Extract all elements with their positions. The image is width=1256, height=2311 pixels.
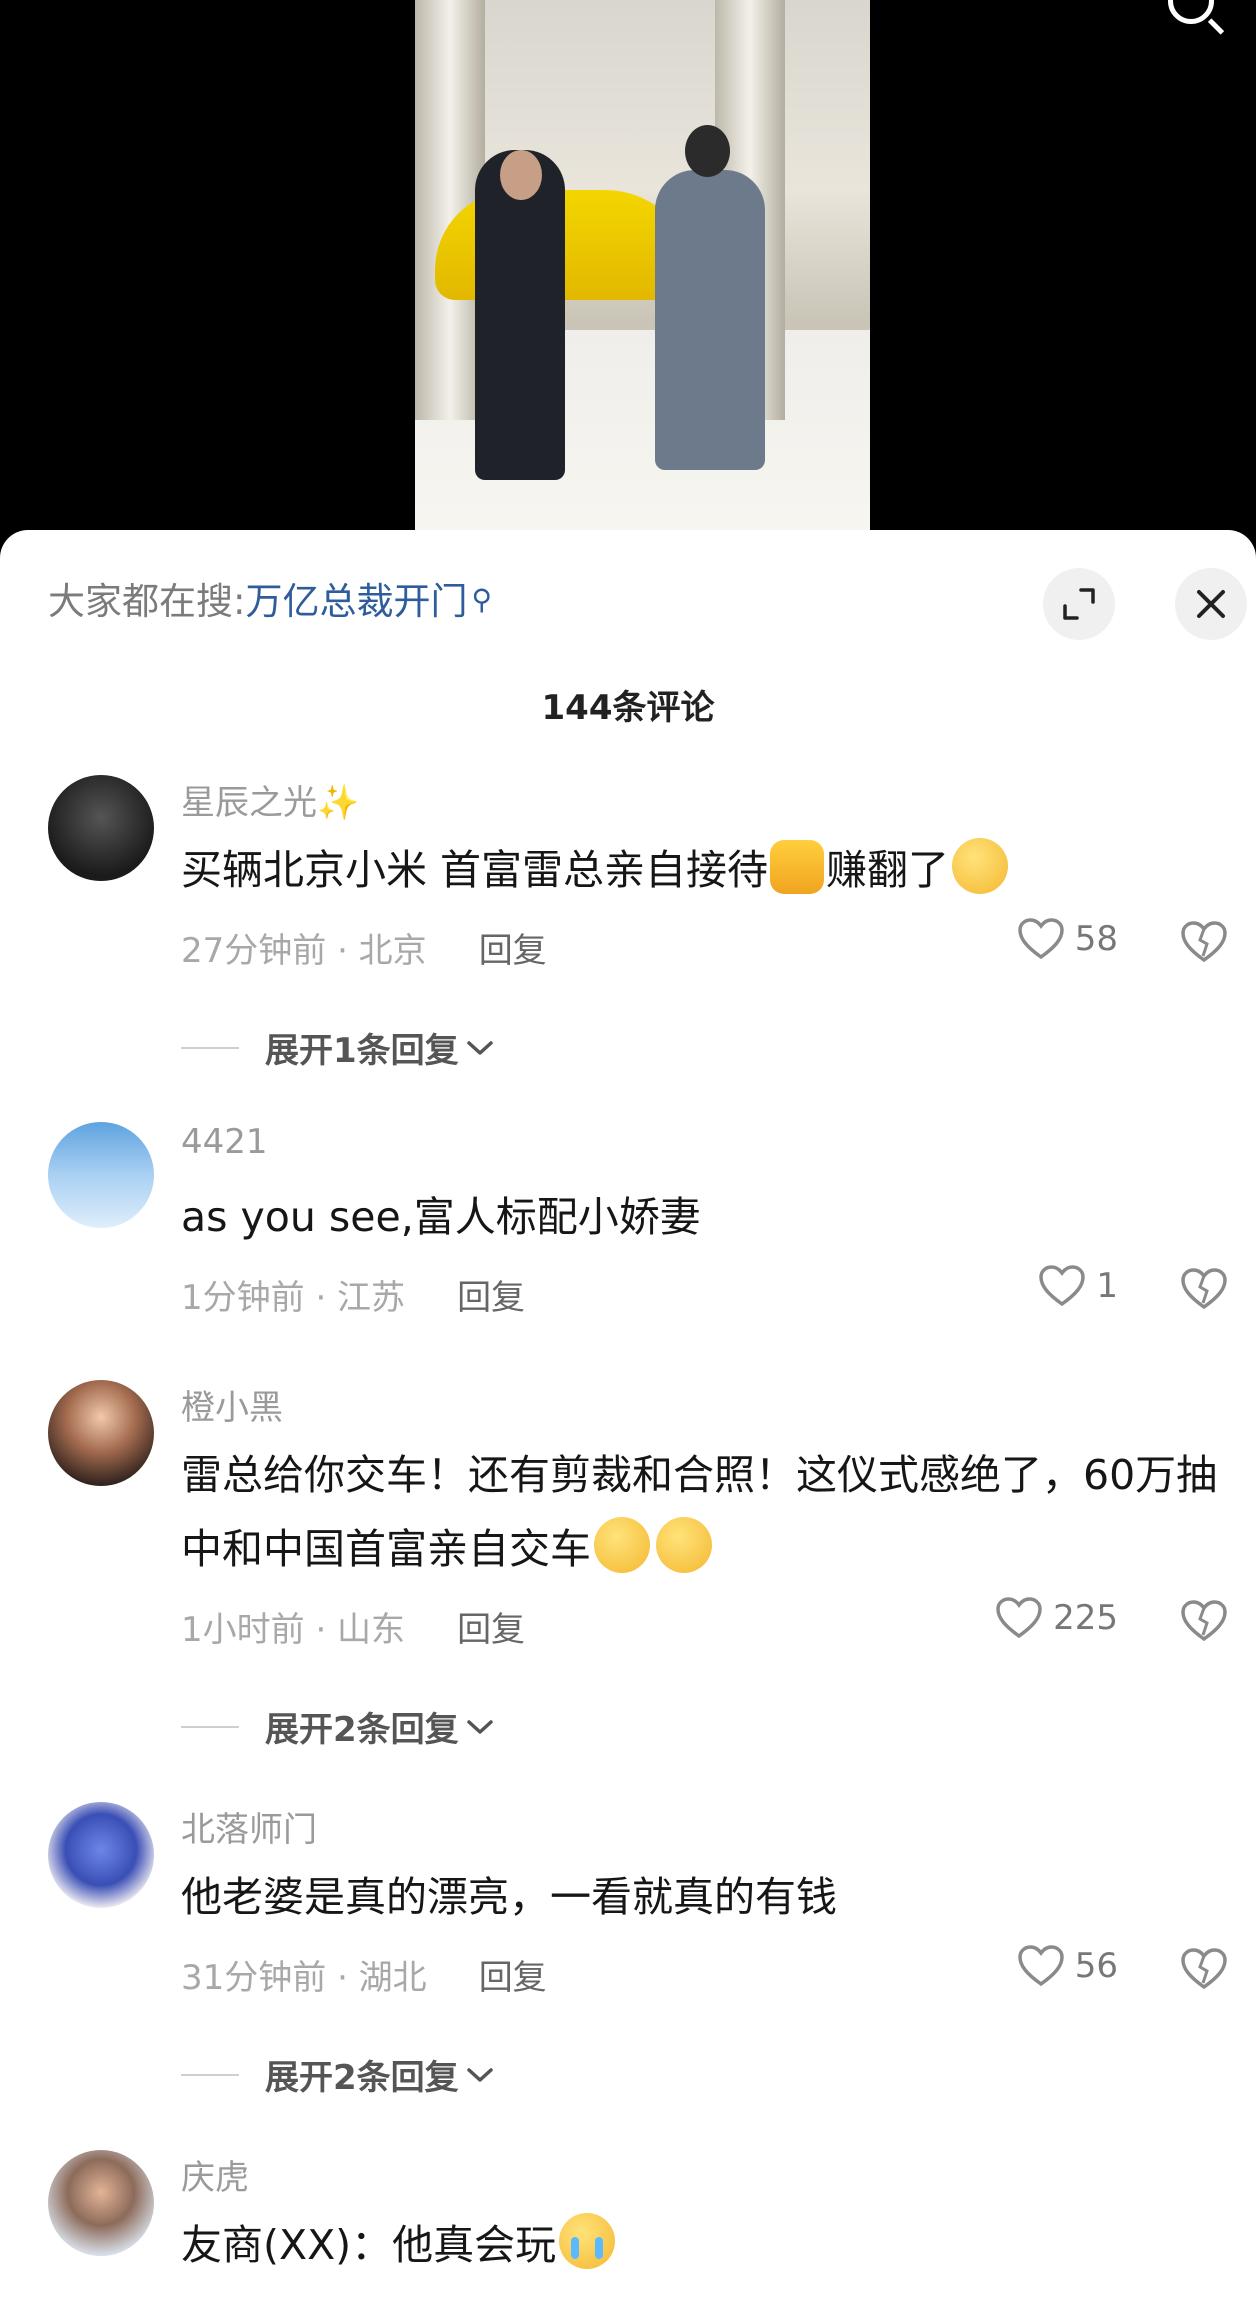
like-button[interactable]: 1 [1038, 1264, 1118, 1308]
video-person-head [500, 150, 542, 200]
comment-username[interactable]: 4421 [181, 1122, 268, 1162]
smirk-emoji [952, 838, 1009, 894]
suggested-search[interactable]: 大家都在搜:万亿总裁开门 ⚲ [48, 572, 492, 632]
expand-replies[interactable]: 展开1条回复 [181, 1023, 495, 1072]
like-count: 56 [1074, 1946, 1118, 1986]
like-button[interactable]: 58 [1017, 917, 1118, 961]
broken-heart-icon [1181, 1948, 1227, 1990]
comment-username[interactable]: 星辰之光✨ [181, 775, 359, 824]
time-location: 31分钟前 · 湖北 [181, 1958, 427, 1998]
crying-emoji [559, 2213, 616, 2269]
comment-username[interactable]: 庆虎 [181, 2150, 249, 2199]
fullscreen-button[interactable] [1043, 568, 1115, 640]
expand-label: 展开2条回复 [265, 2058, 459, 2098]
expand-divider [181, 1725, 239, 1728]
avatar[interactable] [48, 2150, 154, 2256]
avatar[interactable] [48, 1122, 154, 1228]
dislike-button[interactable] [1180, 920, 1228, 968]
comment-username[interactable]: 橙小黑 [181, 1380, 283, 1429]
comment-text-part: 赚翻了 [826, 846, 950, 894]
comment-text: as you see,富人标配小娇妻 [181, 1193, 701, 1241]
suggested-search-term[interactable]: 万亿总裁开门 [245, 580, 467, 623]
broken-heart-icon [1181, 1268, 1227, 1310]
reply-button[interactable]: 回复 [479, 931, 547, 971]
comment-count: 144条评论 [541, 688, 715, 728]
avatar[interactable] [48, 775, 154, 881]
shocked-emoji [656, 1517, 712, 1573]
like-count: 58 [1074, 919, 1118, 959]
comment-text: 雷总给你交车！还有剪裁和合照！这仪式感绝了，60万抽中和中国首富亲自交车 [181, 1438, 1221, 1586]
chevron-down-icon [466, 2067, 493, 2082]
like-count: 225 [1053, 1598, 1118, 1638]
comment-username[interactable]: 北落师门 [181, 1802, 317, 1851]
heart-icon [996, 1597, 1042, 1639]
avatar[interactable] [48, 1380, 154, 1486]
comment-text: 买辆北京小米 首富雷总亲自接待 赚翻了 [181, 833, 1221, 907]
suggested-search-prefix: 大家都在搜: [48, 580, 246, 623]
like-count: 1 [1096, 1266, 1118, 1306]
time-location: 1分钟前 · 江苏 [181, 1278, 406, 1318]
comment-meta: 1分钟前 · 江苏 回复 [181, 1270, 525, 1319]
search-icon: ⚲ [471, 583, 492, 616]
chevron-down-icon [466, 1040, 493, 1055]
reply-button[interactable]: 回复 [457, 1610, 525, 1650]
heart-icon [1039, 1265, 1086, 1307]
like-button[interactable]: 225 [995, 1596, 1118, 1640]
close-button[interactable] [1175, 568, 1247, 640]
comment-sheet: 大家都在搜:万亿总裁开门 ⚲ 144条评论 星辰之光✨ 买辆北京小米 首富雷总亲自… [0, 530, 1256, 2311]
broken-heart-icon [1181, 1600, 1227, 1642]
dislike-button[interactable] [1180, 1267, 1228, 1315]
comment-text: 友商(XX)：他真会玩 [181, 2208, 1221, 2282]
comment-meta: 31分钟前 · 湖北 回复 [181, 1950, 547, 1999]
heart-icon [1017, 1945, 1064, 1987]
video-frame[interactable] [415, 0, 870, 540]
time-location: 27分钟前 · 北京 [181, 931, 427, 971]
avatar[interactable] [48, 1802, 154, 1908]
dislike-button[interactable] [1180, 1947, 1228, 1995]
video-player[interactable] [0, 0, 1256, 560]
comment-text: 他老婆是真的漂亮，一看就真的有钱 [181, 1873, 837, 1921]
search-icon[interactable] [1168, 0, 1214, 24]
chevron-down-icon [466, 1719, 493, 1734]
thumbs-up-emoji [770, 840, 825, 894]
broken-heart-icon [1181, 921, 1227, 963]
shocked-emoji [594, 1517, 650, 1573]
heart-icon [1017, 918, 1064, 960]
username-text: 星辰之光 [181, 783, 317, 823]
time-location: 1小时前 · 山东 [181, 1610, 406, 1650]
dislike-button[interactable] [1180, 1599, 1228, 1647]
close-icon [1197, 590, 1225, 618]
expand-divider [181, 2073, 239, 2076]
expand-replies[interactable]: 展开2条回复 [181, 1702, 495, 1751]
expand-icon [1063, 588, 1095, 620]
video-person [655, 170, 765, 470]
comment-meta: 27分钟前 · 北京 回复 [181, 923, 547, 972]
expand-divider [181, 1046, 239, 1049]
video-person-head [685, 125, 730, 177]
comment-meta: 1小时前 · 山东 回复 [181, 1602, 525, 1651]
comment-text-part: 友商(XX)：他真会玩 [181, 2221, 557, 2269]
reply-button[interactable]: 回复 [457, 1278, 525, 1318]
expand-replies[interactable]: 展开2条回复 [181, 2050, 495, 2099]
comment-text-part: 买辆北京小米 首富雷总亲自接待 [181, 846, 769, 894]
like-button[interactable]: 56 [1017, 1944, 1118, 1988]
sparkles-emoji: ✨ [317, 783, 360, 823]
reply-button[interactable]: 回复 [479, 1958, 547, 1998]
expand-label: 展开1条回复 [265, 1031, 459, 1071]
expand-label: 展开2条回复 [265, 1710, 459, 1750]
